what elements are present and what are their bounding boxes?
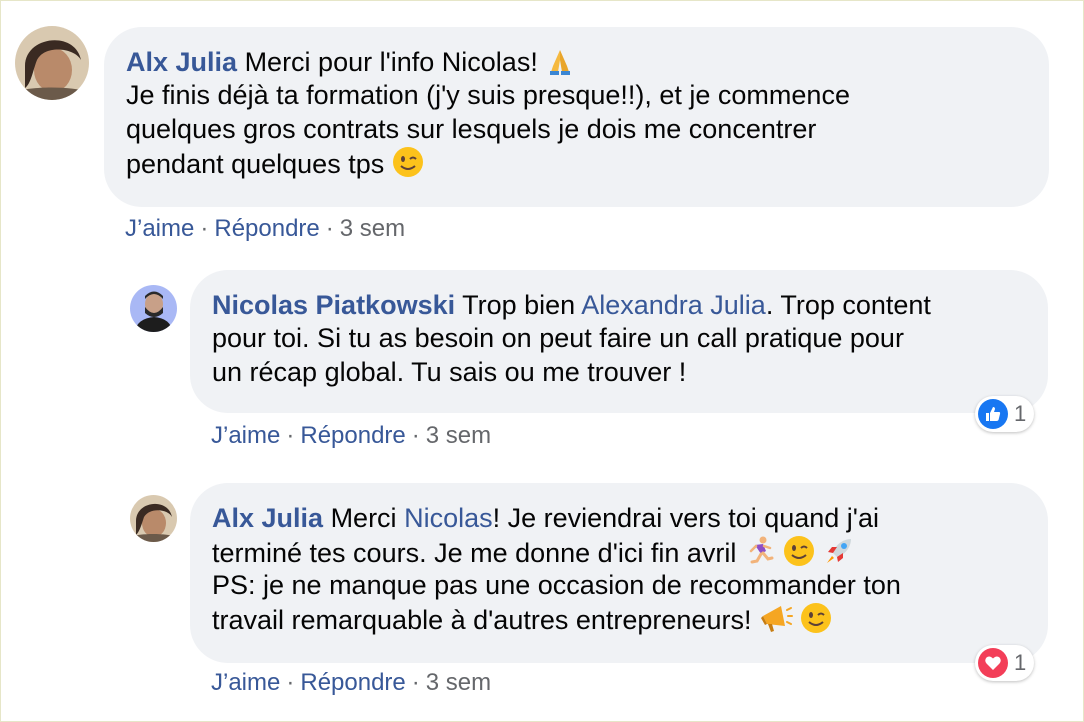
avatar[interactable] xyxy=(15,26,89,100)
comment-author[interactable]: Alx Julia xyxy=(212,503,323,533)
comment-text: Trop bien xyxy=(462,290,576,320)
winking-face-emoji-icon xyxy=(800,602,832,643)
person-avatar-icon xyxy=(130,285,177,332)
comment-text: . Trop content xyxy=(765,290,931,320)
comment-timestamp[interactable]: 3 sem xyxy=(426,422,491,449)
like-link[interactable]: J’aime xyxy=(125,215,194,242)
person-avatar-icon xyxy=(130,495,177,542)
comment-text: Merci xyxy=(330,503,397,533)
comment-actions: J’aime · Répondre · 3 sem xyxy=(125,215,406,242)
comment-timestamp[interactable]: 3 sem xyxy=(426,669,491,696)
reaction-summary[interactable]: 1 xyxy=(975,396,1035,432)
comment-author[interactable]: Nicolas Piatkowski xyxy=(212,290,455,320)
megaphone-emoji-icon xyxy=(759,602,793,643)
reply-link[interactable]: Répondre xyxy=(214,215,319,242)
comment-text: Merci pour l'info Nicolas! xyxy=(244,47,538,77)
comment-text: PS: je ne manque pas une occasion de rec… xyxy=(212,570,901,600)
reaction-count: 1 xyxy=(1014,650,1027,675)
reply-link[interactable]: Répondre xyxy=(300,669,405,696)
mention-link[interactable]: Nicolas xyxy=(404,503,493,533)
winking-face-emoji-icon xyxy=(392,146,424,187)
like-link[interactable]: J’aime xyxy=(211,669,280,696)
comment-text: pour toi. Si tu as besoin on peut faire … xyxy=(212,323,904,353)
comment-actions: J’aime · Répondre · 3 sem xyxy=(211,422,492,449)
comment-text: quelques gros contrats sur lesquels je d… xyxy=(126,114,817,144)
comment-text: travail remarquable à d'autres entrepren… xyxy=(212,605,752,635)
love-reaction-icon xyxy=(978,648,1008,678)
like-link[interactable]: J’aime xyxy=(211,422,280,449)
comment-text: un récap global. Tu sais ou me trouver ! xyxy=(212,357,687,387)
comment-bubble: Nicolas Piatkowski Trop bien Alexandra J… xyxy=(190,270,1048,413)
comment-text: ! Je reviendrai vers toi quand j'ai xyxy=(492,503,879,533)
comment-bubble: Alx Julia Merci Nicolas! Je reviendrai v… xyxy=(190,483,1048,663)
comment-timestamp[interactable]: 3 sem xyxy=(340,215,405,242)
comment-author[interactable]: Alx Julia xyxy=(126,47,237,77)
avatar[interactable] xyxy=(130,495,177,542)
person-avatar-icon xyxy=(15,26,89,100)
comment-actions: J’aime · Répondre · 3 sem xyxy=(211,669,492,696)
reaction-count: 1 xyxy=(1014,401,1027,426)
avatar[interactable] xyxy=(130,285,177,332)
comment-text: pendant quelques tps xyxy=(126,149,385,179)
reaction-summary[interactable]: 1 xyxy=(975,645,1035,681)
reply-link[interactable]: Répondre xyxy=(300,422,405,449)
comment-bubble: Alx Julia Merci pour l'info Nicolas! Je … xyxy=(104,27,1049,207)
like-reaction-icon xyxy=(978,399,1008,429)
comment-text: terminé tes cours. Je me donne d'ici fin… xyxy=(212,538,737,568)
comment-text: Je finis déjà ta formation (j'y suis pre… xyxy=(126,80,850,110)
mention-link[interactable]: Alexandra Julia xyxy=(581,290,766,320)
